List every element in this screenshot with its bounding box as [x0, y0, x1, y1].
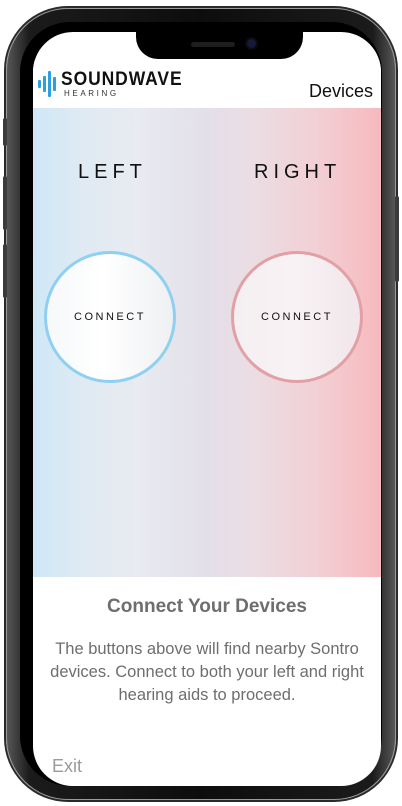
volume-down-button	[3, 244, 7, 298]
app-screen: SOUNDWAVE HEARING Devices LEFT RIGHT CON…	[33, 32, 381, 786]
notch	[136, 32, 303, 59]
left-label: LEFT	[78, 161, 147, 183]
connect-left-button[interactable]: CONNECT	[44, 251, 176, 383]
power-button	[395, 196, 399, 282]
volume-up-button	[3, 176, 7, 230]
phone-device: SOUNDWAVE HEARING Devices LEFT RIGHT CON…	[0, 0, 402, 806]
pairing-panel: LEFT RIGHT CONNECT CONNECT	[33, 108, 381, 577]
app-header: SOUNDWAVE HEARING Devices	[33, 60, 381, 108]
info-title: Connect Your Devices	[107, 596, 307, 617]
soundwave-bars-icon	[38, 69, 56, 99]
logo-subtitle: HEARING	[64, 89, 119, 98]
devices-link[interactable]: Devices	[309, 81, 373, 102]
earpiece-speaker	[191, 42, 235, 47]
logo-name: SOUNDWAVE	[61, 69, 183, 90]
mute-switch	[3, 118, 7, 146]
exit-link[interactable]: Exit	[52, 756, 82, 777]
right-label: RIGHT	[254, 161, 342, 183]
soundwave-logo: SOUNDWAVE HEARING	[38, 64, 193, 104]
front-camera-icon	[247, 39, 256, 48]
info-description: The buttons above will find nearby Sontr…	[50, 640, 364, 704]
connect-right-button[interactable]: CONNECT	[231, 251, 363, 383]
